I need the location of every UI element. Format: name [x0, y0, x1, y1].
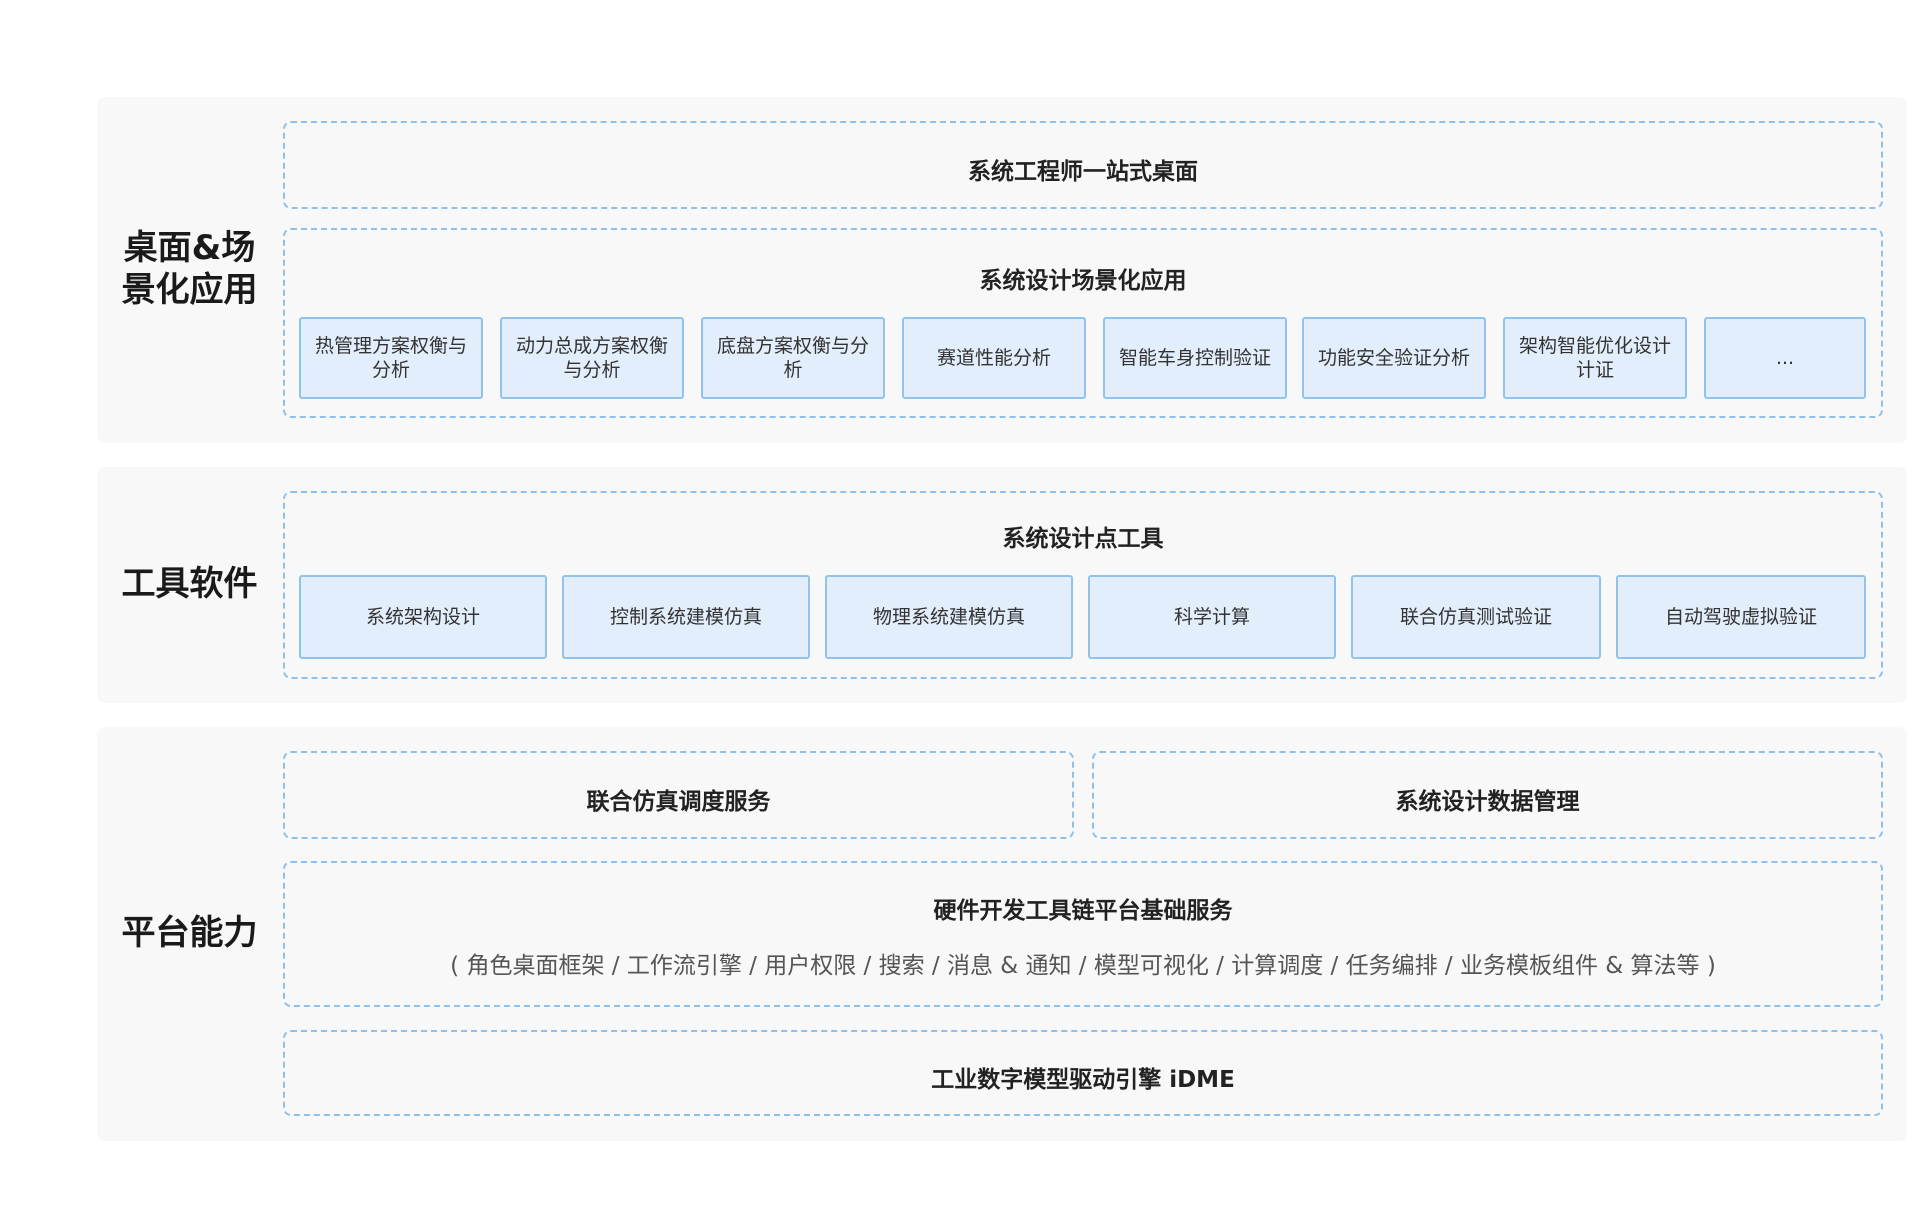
- scenario-apps-title: 系统设计场景化应用: [979, 268, 1187, 294]
- cosim-service-box[interactable]: 联合仿真调度服务: [283, 751, 1074, 839]
- tool-item-ad-virtual-validation[interactable]: 自动驾驶虚拟验证: [1616, 575, 1866, 659]
- scenario-item-more[interactable]: ...: [1704, 317, 1866, 399]
- scenario-apps-box: 系统设计场景化应用 热管理方案权衡与分析 动力总成方案权衡与分析 底盘方案权衡与…: [283, 228, 1883, 418]
- design-tools-title: 系统设计点工具: [1002, 526, 1164, 552]
- base-services-title: 硬件开发工具链平台基础服务: [933, 898, 1233, 924]
- idme-engine-box[interactable]: 工业数字模型驱动引擎 iDME: [283, 1030, 1883, 1116]
- layer-label-tools: 工具软件: [121, 564, 258, 604]
- design-tools-box: 系统设计点工具 系统架构设计 控制系统建模仿真 物理系统建模仿真 科学计算 联合…: [283, 491, 1883, 679]
- layer-tool-software: 工具软件 系统设计点工具 系统架构设计 控制系统建模仿真 物理系统建模仿真 科学…: [97, 467, 1907, 703]
- scenario-item-architecture[interactable]: 架构智能优化设计计证: [1503, 317, 1687, 399]
- data-management-title: 系统设计数据管理: [1395, 789, 1580, 815]
- base-services-detail: ( 角色桌面框架 / 工作流引擎 / 用户权限 / 搜索 / 消息 & 通知 /…: [450, 953, 1716, 979]
- layer-platform: 平台能力 联合仿真调度服务 系统设计数据管理 硬件开发工具链平台基础服务 ( 角…: [97, 727, 1907, 1141]
- tool-item-architecture-design[interactable]: 系统架构设计: [299, 575, 547, 659]
- one-stop-desktop-title: 系统工程师一站式桌面: [968, 159, 1198, 185]
- scenario-item-safety[interactable]: 功能安全验证分析: [1302, 317, 1486, 399]
- tool-item-scientific-computing[interactable]: 科学计算: [1088, 575, 1336, 659]
- scenario-item-chassis[interactable]: 底盘方案权衡与分析: [701, 317, 885, 399]
- tool-item-cosim-testing[interactable]: 联合仿真测试验证: [1351, 575, 1601, 659]
- scenario-item-body-control[interactable]: 智能车身控制验证: [1103, 317, 1287, 399]
- layer-label-platform: 平台能力: [121, 913, 258, 953]
- tool-item-physical-modeling[interactable]: 物理系统建模仿真: [825, 575, 1073, 659]
- layer-label-desktop: 桌面&场 景化应用: [121, 228, 258, 310]
- base-services-box[interactable]: 硬件开发工具链平台基础服务 ( 角色桌面框架 / 工作流引擎 / 用户权限 / …: [283, 861, 1883, 1007]
- scenario-item-thermal[interactable]: 热管理方案权衡与分析: [299, 317, 483, 399]
- cosim-service-title: 联合仿真调度服务: [586, 789, 771, 815]
- one-stop-desktop-box[interactable]: 系统工程师一站式桌面: [283, 121, 1883, 209]
- idme-engine-title: 工业数字模型驱动引擎 iDME: [931, 1067, 1235, 1093]
- layer-desktop-apps: 桌面&场 景化应用 系统工程师一站式桌面 系统设计场景化应用 热管理方案权衡与分…: [97, 97, 1907, 443]
- tool-item-control-modeling[interactable]: 控制系统建模仿真: [562, 575, 810, 659]
- scenario-item-powertrain[interactable]: 动力总成方案权衡与分析: [500, 317, 684, 399]
- data-management-box[interactable]: 系统设计数据管理: [1092, 751, 1883, 839]
- scenario-item-track[interactable]: 赛道性能分析: [902, 317, 1086, 399]
